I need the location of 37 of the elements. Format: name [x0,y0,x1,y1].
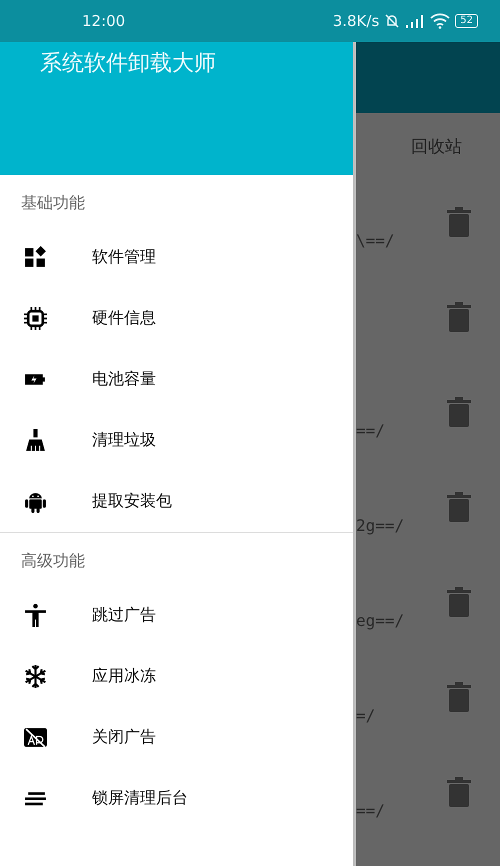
menu-item[interactable]: 锁屏清理后台 [92,788,188,809]
person-icon [23,603,48,628]
trash-icon[interactable] [446,777,472,807]
battery-level: 52 [455,14,478,28]
network-speed: 3.8K/s [332,12,380,30]
menu-item[interactable]: 应用冰冻 [92,666,156,687]
app-title: 系统软件卸载大师 [40,50,217,78]
trash-icon[interactable] [446,492,472,522]
trash-icon[interactable] [446,207,472,237]
list-item-text: eg==/ [356,611,404,630]
signal-icon [405,14,426,28]
clock: 12:00 [82,12,126,30]
list-item-text: \==/ [356,231,395,250]
menu-item[interactable]: 关闭广告 [92,727,156,748]
snowflake-icon [23,664,48,689]
menu-item[interactable]: 清理垃圾 [92,430,156,451]
list-item-text: ==/ [356,421,385,440]
list-item-text: 2g==/ [356,516,404,535]
section-header: 高级功能 [20,551,86,572]
trash-icon[interactable] [446,302,472,332]
menu-item[interactable]: 硬件信息 [92,308,156,329]
ad-off-icon [23,725,48,750]
menu-item[interactable]: 软件管理 [92,247,156,268]
section-header: 基础功能 [20,193,86,214]
list-item-text: ==/ [356,801,385,820]
bell-off-icon [384,13,400,29]
menu-item[interactable]: 提取安装包 [92,491,172,512]
broom-icon [23,428,48,453]
menu-item[interactable]: 电池容量 [92,369,156,390]
apps-icon [23,245,48,270]
trash-icon[interactable] [446,682,472,712]
trash-icon[interactable] [446,397,472,427]
wifi-icon [430,13,450,29]
list-item-text: =/ [356,706,376,725]
trash-icon[interactable] [446,587,472,617]
chip-icon [23,306,48,331]
menu-item[interactable]: 跳过广告 [92,605,156,626]
